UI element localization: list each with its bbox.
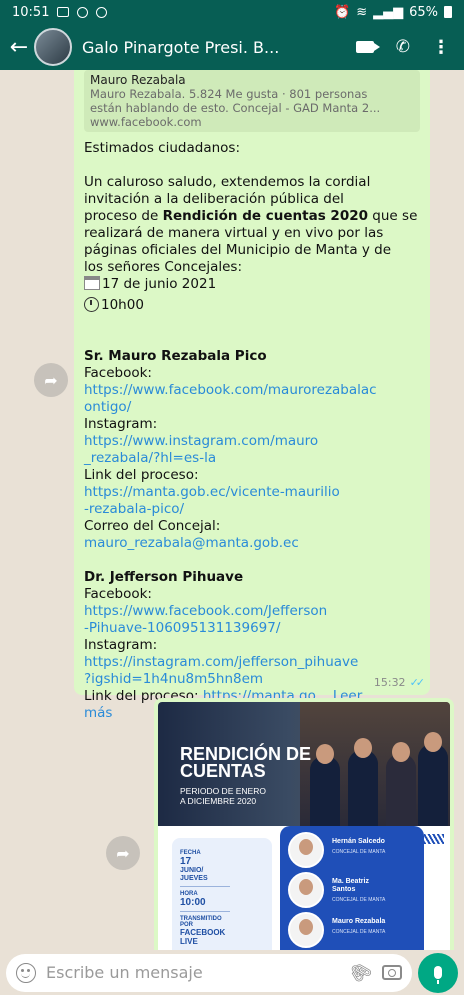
- poster-details: FECHA 17 JUNIO/ JUEVES HORA 10:00 TRANSM…: [158, 826, 450, 950]
- status-time: 10:51: [12, 4, 50, 20]
- forward-icon[interactable]: ➦: [34, 363, 68, 397]
- p1-instagram-link-2[interactable]: _rezabala/?hl=es-la: [84, 450, 420, 467]
- calendar-icon: [84, 276, 100, 290]
- app-notification-icon: [77, 6, 89, 18]
- p1-instagram-label: Instagram:: [84, 416, 158, 432]
- p2-facebook-link-1[interactable]: https://www.facebook.com/Jefferson: [84, 603, 420, 620]
- message-bubble[interactable]: Mauro Rezabala Mauro Rezabala. 5.824 Me …: [74, 70, 430, 721]
- fecha-day: 17: [180, 856, 192, 867]
- p1-facebook-label: Facebook:: [84, 365, 152, 381]
- p2-facebook-link-2[interactable]: -Pihuave-106095131139697/: [84, 620, 420, 637]
- p2-instagram-label: Instagram:: [84, 637, 158, 653]
- attach-icon[interactable]: 🖇: [345, 957, 376, 988]
- voice-call-icon[interactable]: ✆: [396, 37, 410, 57]
- forward-icon[interactable]: ➦: [106, 836, 140, 870]
- date-line: 17 de junio 2021: [84, 276, 420, 293]
- link-preview-description-2: están hablando de esto. Concejal - GAD M…: [90, 101, 381, 115]
- video-call-icon[interactable]: [355, 41, 380, 53]
- person-2-name: Dr. Jefferson Pihuave: [84, 569, 244, 585]
- signal-icon: ▂▄▆: [373, 4, 404, 20]
- p1-facebook-link-2[interactable]: ontigo/: [84, 399, 420, 416]
- poster-title: RENDICIÓN DE CUENTAS: [180, 744, 312, 781]
- council-members-panel: Hernán Salcedo CONCEJAL DE MANTA Ma. Beat…: [280, 826, 424, 950]
- gallery-notification-icon: [57, 7, 70, 17]
- rendicion-bold: Rendición de cuentas 2020: [162, 208, 369, 224]
- image-message-bubble[interactable]: RENDICIÓN DE CUENTAS PERIODO DE ENERO A …: [154, 698, 454, 950]
- emoji-icon[interactable]: [16, 962, 36, 983]
- microphone-icon: [434, 966, 442, 984]
- message-input-container[interactable]: 🖇: [6, 953, 412, 992]
- status-bar: 10:51 ⏰ ≋ ▂▄▆ 65%: [0, 0, 464, 24]
- camera-icon[interactable]: [382, 965, 402, 980]
- intro-line-6: los señores Concejales:: [84, 259, 243, 275]
- message-input[interactable]: [46, 963, 340, 982]
- alarm-icon: ⏰: [334, 4, 351, 20]
- intro-line-4: realizará de manera virtual y en vivo po…: [84, 225, 384, 241]
- fecha-weekday: JUEVES: [180, 875, 208, 882]
- p1-facebook-link-1[interactable]: https://www.facebook.com/maurorezabalac: [84, 382, 420, 399]
- battery-level: 65%: [409, 4, 438, 20]
- transmitido-value-2: LIVE: [180, 937, 198, 946]
- p2-instagram-link-2[interactable]: ?igshid=1h4nu8m5hn8em: [84, 671, 420, 688]
- p1-email-link[interactable]: mauro_rezabala@manta.gob.ec: [84, 535, 420, 552]
- contact-avatar[interactable]: [34, 28, 72, 66]
- chat-title[interactable]: Galo Pinargote Presi. B...: [82, 38, 356, 57]
- clock-icon: [84, 297, 99, 312]
- wifi-icon: ≋: [356, 4, 368, 20]
- hora-value: 10:00: [180, 897, 206, 908]
- intro-line-1: Un caluroso saludo, extendemos la cordia…: [84, 174, 371, 190]
- intro-line-5: páginas oficiales del Municipio de Manta…: [84, 242, 392, 258]
- message-text: Estimados ciudadanos: Un caluroso saludo…: [84, 140, 420, 722]
- council-member-photo: [288, 872, 324, 908]
- p1-instagram-link-1[interactable]: https://www.instagram.com/mauro: [84, 433, 420, 450]
- intro-line-2: invitación a la deliberación pública del: [84, 191, 344, 207]
- battery-icon: [444, 6, 452, 18]
- link-preview-url: www.facebook.com: [90, 115, 202, 129]
- chat-area[interactable]: Mauro Rezabala Mauro Rezabala. 5.824 Me …: [0, 70, 464, 950]
- council-member: Ma. Beatriz Santos CONCEJAL DE MANTA: [288, 872, 420, 908]
- read-receipt-icon: ✓✓: [409, 676, 426, 689]
- p2-facebook-label: Facebook:: [84, 586, 152, 602]
- council-member-photo: [288, 912, 324, 948]
- person-1-name: Sr. Mauro Rezabala Pico: [84, 348, 267, 364]
- decorative-stripes: [424, 834, 444, 844]
- link-preview[interactable]: Mauro Rezabala Mauro Rezabala. 5.824 Me …: [84, 70, 420, 132]
- council-member-photo: [288, 832, 324, 868]
- event-info-card: FECHA 17 JUNIO/ JUEVES HORA 10:00 TRANSM…: [172, 838, 272, 950]
- p1-process-link-2[interactable]: -rezabala-pico/: [84, 501, 420, 518]
- link-preview-description-1: Mauro Rezabala. 5.824 Me gusta · 801 per…: [90, 87, 368, 101]
- intro-line-3: proceso de Rendición de cuentas 2020 que…: [84, 208, 418, 224]
- message-timestamp: 15:32: [373, 676, 406, 689]
- greeting: Estimados ciudadanos:: [84, 140, 240, 156]
- link-preview-title: Mauro Rezabala: [90, 73, 186, 87]
- whatsapp-notification-icon: [96, 6, 108, 18]
- p1-email-label: Correo del Concejal:: [84, 518, 221, 534]
- poster-photo: [300, 702, 450, 826]
- voice-message-button[interactable]: [418, 952, 458, 993]
- event-poster-image[interactable]: RENDICIÓN DE CUENTAS PERIODO DE ENERO A …: [158, 702, 450, 950]
- council-member: Hernán Salcedo CONCEJAL DE MANTA: [288, 832, 420, 868]
- poster-subtitle: PERIODO DE ENERO A DICIEMBRE 2020: [180, 786, 266, 806]
- time-line: 10h00: [84, 297, 420, 314]
- more-options-icon[interactable]: ⋮: [432, 37, 450, 58]
- chat-header: ← Galo Pinargote Presi. B... ✆ ⋮: [0, 24, 464, 70]
- fecha-month: JUNIO/: [180, 867, 204, 874]
- back-arrow-icon[interactable]: ←: [8, 35, 30, 60]
- p1-process-link-1[interactable]: https://manta.gob.ec/vicente-maurilio: [84, 484, 420, 501]
- poster-header: RENDICIÓN DE CUENTAS PERIODO DE ENERO A …: [158, 702, 450, 826]
- council-member: Mauro Rezabala CONCEJAL DE MANTA: [288, 912, 420, 948]
- transmitido-value-1: FACEBOOK: [180, 928, 226, 937]
- message-meta: 15:32 ✓✓: [373, 674, 426, 691]
- p1-process-label: Link del proceso:: [84, 467, 199, 483]
- message-composer: 🖇: [0, 950, 464, 995]
- p2-instagram-link-1[interactable]: https://instagram.com/jefferson_pihuave: [84, 654, 420, 671]
